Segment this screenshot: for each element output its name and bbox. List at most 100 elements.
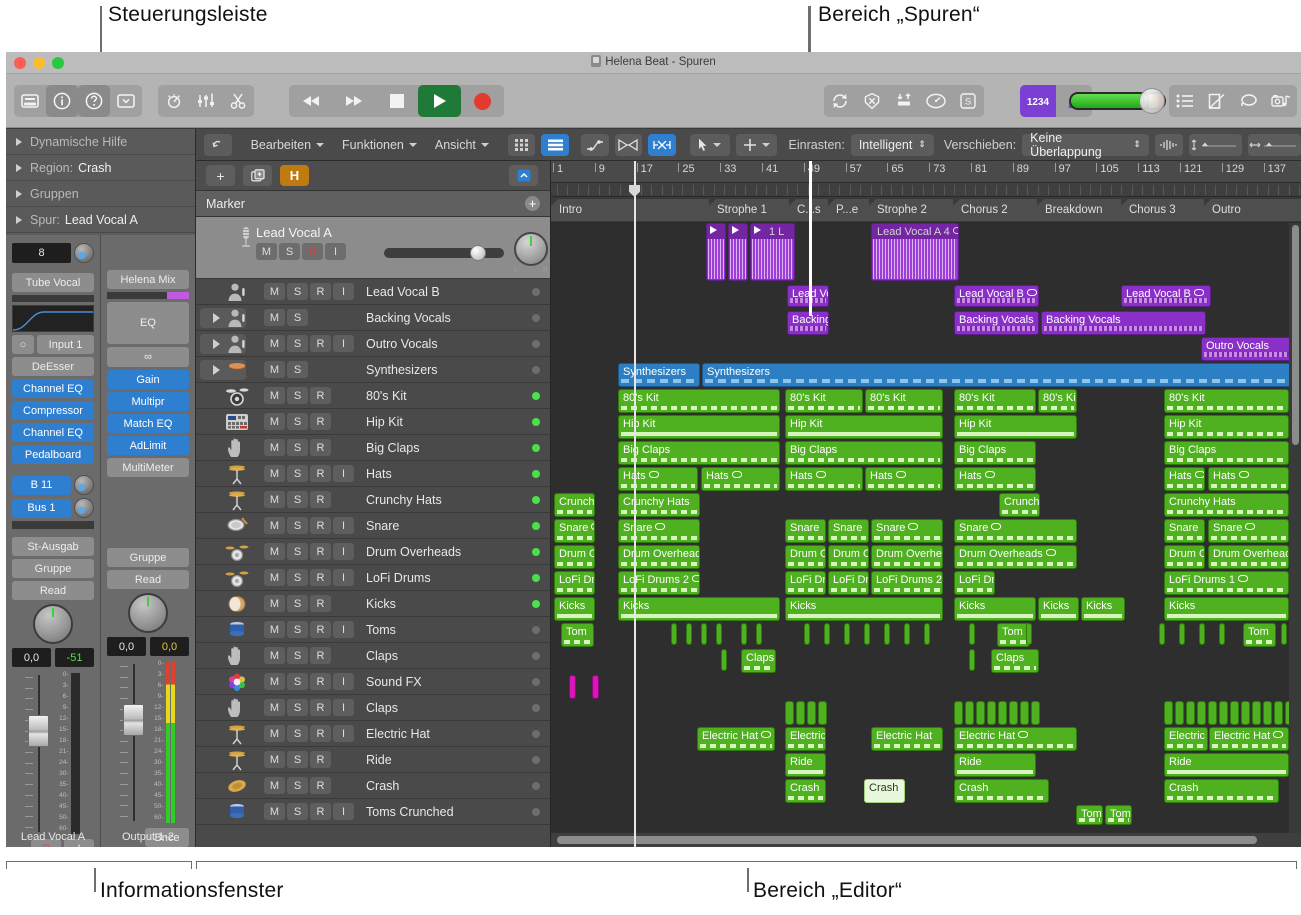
region[interactable]: Crunchy Hats: [1164, 493, 1289, 517]
volume-value[interactable]: 0,0: [150, 637, 189, 656]
track-mute-button[interactable]: M: [264, 595, 285, 612]
region-blip[interactable]: [1199, 623, 1205, 645]
region[interactable]: Drum O: [785, 545, 826, 569]
insert-slot-4[interactable]: MultiMeter: [107, 458, 189, 477]
region-blip[interactable]: [844, 623, 850, 645]
track-header-row[interactable]: MSRKicks: [196, 591, 550, 617]
track-record-button[interactable]: R: [310, 569, 331, 586]
track-solo-button[interactable]: S: [287, 439, 308, 456]
region[interactable]: 80's Kit: [1164, 389, 1289, 413]
region[interactable]: Ride: [785, 753, 826, 777]
region-blip[interactable]: [1219, 701, 1228, 725]
input-format-icon[interactable]: ○: [12, 335, 34, 354]
track-header-row[interactable]: MSRISound FX: [196, 669, 550, 695]
track-solo-button[interactable]: S: [287, 543, 308, 560]
send-level-knob[interactable]: [74, 475, 94, 495]
track-header-row[interactable]: MSRIToms Crunched: [196, 799, 550, 825]
region[interactable]: Tom: [1076, 805, 1103, 825]
track-name[interactable]: Toms: [366, 623, 396, 637]
insert-slot-1[interactable]: Channel EQ: [12, 379, 94, 398]
punch-icon[interactable]: [888, 85, 920, 117]
track-solo-button[interactable]: S: [287, 777, 308, 794]
track-solo-button[interactable]: S: [287, 413, 308, 430]
quantize-row[interactable]: 8: [12, 243, 94, 263]
region[interactable]: Kicks: [554, 597, 595, 621]
marker[interactable]: Breakdown: [1037, 199, 1121, 221]
track-header-row[interactable]: MSRIDrum Overheads: [196, 539, 550, 565]
region[interactable]: Electric Hat: [954, 727, 1077, 751]
track-input-monitor-button[interactable]: I: [333, 465, 354, 482]
region-blip[interactable]: [569, 675, 576, 699]
region[interactable]: Big Claps: [1164, 441, 1289, 465]
disclosure-triangle-icon[interactable]: [16, 190, 22, 198]
region[interactable]: Ride: [1164, 753, 1289, 777]
region[interactable]: Hats: [701, 467, 780, 491]
region[interactable]: Electric Hat: [871, 727, 943, 751]
track-mute-button[interactable]: M: [264, 283, 285, 300]
zoom-vertical-slider[interactable]: [1189, 134, 1242, 156]
track-solo-button[interactable]: S: [287, 387, 308, 404]
track-name[interactable]: Synthesizers: [366, 363, 438, 377]
marker-track-header[interactable]: Marker +: [196, 191, 550, 217]
list-editors-icon[interactable]: [1169, 85, 1201, 117]
region-blip[interactable]: [756, 623, 762, 645]
channel-setting-button[interactable]: Helena Mix: [107, 270, 189, 289]
inspector-icon[interactable]: [110, 85, 142, 117]
region[interactable]: Backing Vocals: [954, 311, 1039, 335]
fader-cap[interactable]: [28, 715, 49, 747]
track-name[interactable]: Sound FX: [366, 675, 422, 689]
track-mute-button[interactable]: M: [264, 517, 285, 534]
region[interactable]: Claps: [991, 649, 1039, 673]
track-mute-button[interactable]: M: [264, 309, 285, 326]
notepad-icon[interactable]: [1201, 85, 1233, 117]
region-blip[interactable]: [1241, 701, 1250, 725]
automation-mode[interactable]: Read: [12, 581, 94, 600]
track-record-button[interactable]: R: [310, 543, 331, 560]
insert-slot-2[interactable]: Compressor: [12, 401, 94, 420]
scrollbar-thumb[interactable]: [557, 836, 1257, 844]
region-blip[interactable]: [1186, 701, 1195, 725]
pan-knob[interactable]: [33, 604, 73, 644]
track-volume-slider[interactable]: [384, 248, 504, 258]
track-record-button[interactable]: R: [310, 335, 331, 352]
disclosure-triangle-icon[interactable]: [208, 335, 224, 353]
track-input-monitor-button[interactable]: I: [333, 803, 354, 820]
track-input-monitor-button[interactable]: I: [333, 335, 354, 352]
region-blip[interactable]: [824, 623, 830, 645]
region[interactable]: LoFi Dr: [954, 571, 995, 595]
region[interactable]: Kicks: [1038, 597, 1079, 621]
track-record-button[interactable]: R: [310, 777, 331, 794]
playhead[interactable]: [634, 161, 636, 847]
track-input-monitor-button[interactable]: I: [333, 283, 354, 300]
track-name[interactable]: Outro Vocals: [366, 337, 438, 351]
inspector-row-track[interactable]: Spur:Lead Vocal A: [6, 207, 195, 233]
track-solo-button[interactable]: S: [287, 491, 308, 508]
record-icon[interactable]: [461, 85, 504, 117]
cycle-icon[interactable]: [824, 85, 856, 117]
region[interactable]: 1 L: [750, 223, 795, 281]
pointer-tool[interactable]: [690, 134, 730, 156]
list-view-icon[interactable]: [541, 134, 569, 156]
region-blip[interactable]: [686, 623, 692, 645]
track-record-button[interactable]: R: [302, 243, 323, 260]
track-name[interactable]: 80's Kit: [366, 389, 407, 403]
vertical-scrollbar[interactable]: [1289, 223, 1301, 833]
global-tracks-button[interactable]: H: [280, 165, 309, 186]
solo-icon[interactable]: S: [952, 85, 984, 117]
menu-bearbeiten[interactable]: Bearbeiten: [242, 134, 333, 156]
region[interactable]: Drum Overhead: [1208, 545, 1289, 569]
mixer-icon[interactable]: [190, 85, 222, 117]
track-header-row[interactable]: MSRISnare: [196, 513, 550, 539]
region[interactable]: Snare: [828, 519, 869, 543]
drag-value-dropdown[interactable]: Keine Überlappung⇕: [1022, 134, 1149, 156]
track-record-button[interactable]: R: [310, 491, 331, 508]
track-header-row[interactable]: MSRBig Claps: [196, 435, 550, 461]
track-name[interactable]: Crunchy Hats: [366, 493, 442, 507]
track-header-row[interactable]: MSRIToms: [196, 617, 550, 643]
track-mute-button[interactable]: M: [264, 387, 285, 404]
horizontal-scrollbar[interactable]: [551, 833, 1301, 847]
undo-icon[interactable]: [204, 134, 232, 156]
region[interactable]: Crash: [1164, 779, 1279, 803]
loops-icon[interactable]: [1233, 85, 1265, 117]
disclosure-triangle-icon[interactable]: [16, 164, 22, 172]
